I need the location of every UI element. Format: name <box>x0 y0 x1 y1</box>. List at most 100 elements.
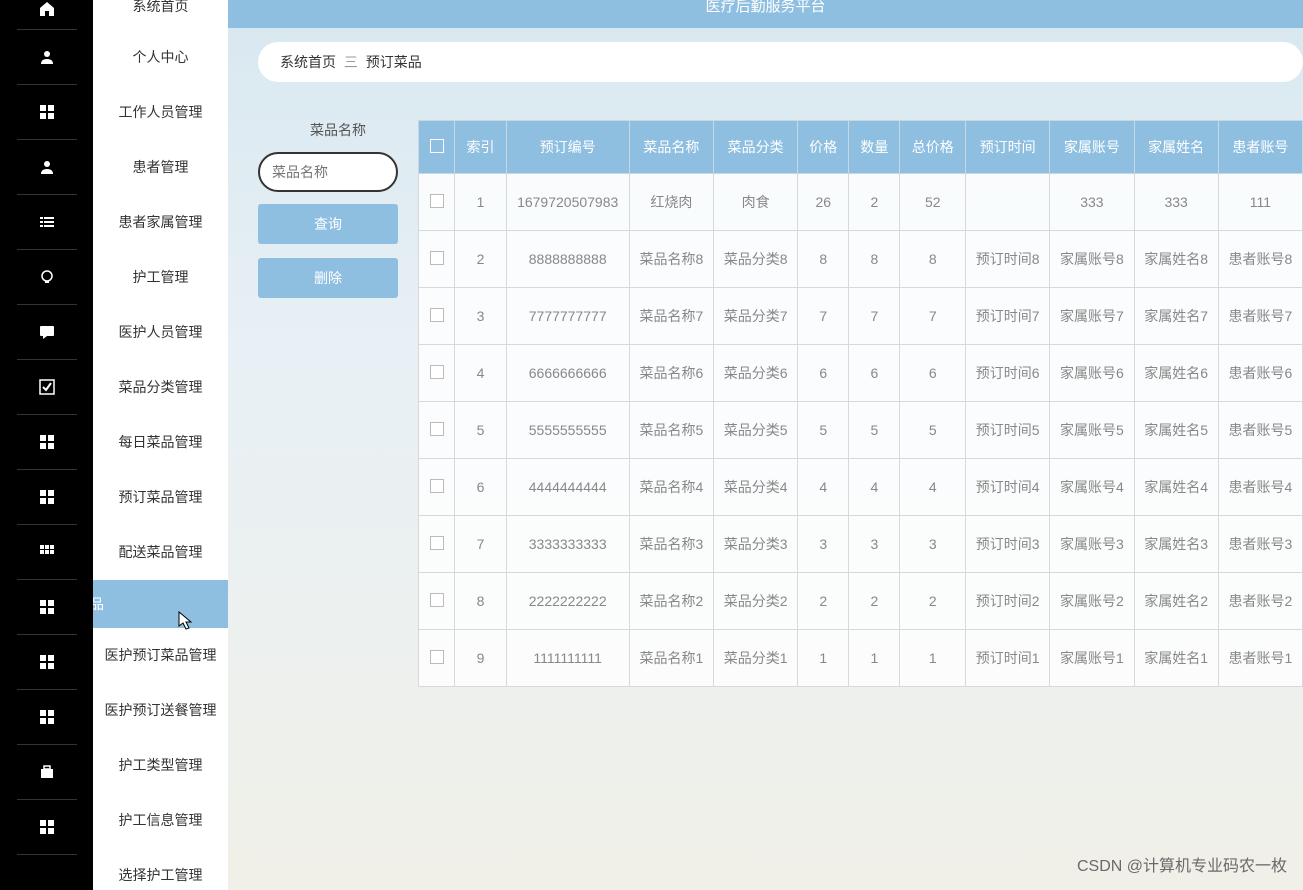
column-header: 患者账号 <box>1218 121 1302 174</box>
menu-item[interactable]: 系统首页 <box>93 0 228 30</box>
cell-idx: 7 <box>455 516 506 573</box>
menu-item[interactable]: 医护预订菜品管理 <box>93 628 228 683</box>
nav-icon-case[interactable] <box>17 745 77 800</box>
filter-label: 菜品名称 <box>258 120 418 140</box>
cell-fname: 家属姓名8 <box>1134 231 1218 288</box>
cell-idx: 1 <box>455 174 506 231</box>
row-checkbox[interactable] <box>430 251 444 265</box>
row-checkbox[interactable] <box>430 536 444 550</box>
cell-qty: 4 <box>849 459 900 516</box>
cell-fname: 家属姓名7 <box>1134 288 1218 345</box>
menu-item[interactable]: 医护预订送餐管理 <box>93 683 228 738</box>
search-button[interactable]: 查询 <box>258 204 398 244</box>
row-checkbox[interactable] <box>430 194 444 208</box>
cell-cat: 菜品分类6 <box>714 345 798 402</box>
row-checkbox[interactable] <box>430 650 444 664</box>
cell-idx: 8 <box>455 573 506 630</box>
cell-total: 1 <box>900 630 966 687</box>
table-row: 64444444444菜品名称4菜品分类4444预订时间4家属账号4家属姓名4患… <box>419 459 1303 516</box>
cell-price: 5 <box>798 402 849 459</box>
nav-icon-home[interactable] <box>17 0 77 30</box>
row-checkbox[interactable] <box>430 365 444 379</box>
cell-facc: 家属账号1 <box>1050 630 1134 687</box>
cell-name: 菜品名称7 <box>629 288 713 345</box>
nav-icon-list[interactable] <box>17 195 77 250</box>
menu-item[interactable]: 护工类型管理 <box>93 738 228 793</box>
menu-item[interactable]: 患者家属管理 <box>93 195 228 250</box>
icon-sidebar <box>0 0 93 890</box>
breadcrumb-current: 预订菜品 <box>366 54 422 70</box>
nav-icon-grid2[interactable] <box>17 525 77 580</box>
cell-idx: 3 <box>455 288 506 345</box>
cell-facc: 家属账号8 <box>1050 231 1134 288</box>
cell-price: 4 <box>798 459 849 516</box>
row-checkbox[interactable] <box>430 479 444 493</box>
select-all-checkbox[interactable] <box>430 139 444 153</box>
menu-item[interactable]: 护工信息管理 <box>93 793 228 848</box>
cell-qty: 5 <box>849 402 900 459</box>
cell-idx: 4 <box>455 345 506 402</box>
table-row: 28888888888菜品名称8菜品分类8888预订时间8家属账号8家属姓名8患… <box>419 231 1303 288</box>
menu-item[interactable]: 预订菜品管理 <box>93 470 228 525</box>
column-header: 家属姓名 <box>1134 121 1218 174</box>
nav-icon-user[interactable] <box>17 140 77 195</box>
table-row: 11679720507983红烧肉肉食26252333333111 <box>419 174 1303 231</box>
cell-fname: 333 <box>1134 174 1218 231</box>
row-checkbox[interactable] <box>430 308 444 322</box>
cell-time <box>966 174 1050 231</box>
menu-item[interactable]: 护工管理 <box>93 250 228 305</box>
cell-fname: 家属姓名3 <box>1134 516 1218 573</box>
menu-item[interactable]: 菜品分类管理 <box>93 360 228 415</box>
cell-facc: 家属账号2 <box>1050 573 1134 630</box>
cell-name: 菜品名称3 <box>629 516 713 573</box>
cell-qty: 2 <box>849 573 900 630</box>
nav-icon-grid[interactable] <box>17 470 77 525</box>
cell-facc: 家属账号3 <box>1050 516 1134 573</box>
nav-icon-grid[interactable] <box>17 415 77 470</box>
row-checkbox[interactable] <box>430 422 444 436</box>
cell-total: 52 <box>900 174 966 231</box>
breadcrumb: 系统首页 三 预订菜品 <box>258 42 1303 82</box>
menu-item[interactable]: 患者管理 <box>93 140 228 195</box>
cell-name: 红烧肉 <box>629 174 713 231</box>
nav-icon-chat[interactable] <box>17 305 77 360</box>
nav-icon-grid[interactable] <box>17 800 77 855</box>
cell-qty: 1 <box>849 630 900 687</box>
nav-icon-grid[interactable] <box>17 580 77 635</box>
nav-icon-check[interactable] <box>17 360 77 415</box>
data-table-container: 索引预订编号菜品名称菜品分类价格数量总价格预订时间家属账号家属姓名患者账号 11… <box>418 120 1303 810</box>
cell-cat: 菜品分类7 <box>714 288 798 345</box>
nav-icon-grid[interactable] <box>17 85 77 140</box>
menu-item[interactable]: 配送菜品管理 <box>93 525 228 580</box>
nav-icon-user[interactable] <box>17 30 77 85</box>
cell-no: 3333333333 <box>506 516 629 573</box>
delete-button[interactable]: 删除 <box>258 258 398 298</box>
cell-price: 7 <box>798 288 849 345</box>
column-header: 菜品分类 <box>714 121 798 174</box>
cell-pacc: 111 <box>1218 174 1302 231</box>
submenu-item-active[interactable]: 配送菜品 <box>93 580 228 628</box>
menu-item[interactable]: 工作人员管理 <box>93 85 228 140</box>
menu-item[interactable]: 每日菜品管理 <box>93 415 228 470</box>
cell-fname: 家属姓名6 <box>1134 345 1218 402</box>
cell-qty: 2 <box>849 174 900 231</box>
cell-facc: 333 <box>1050 174 1134 231</box>
nav-icon-bulb[interactable] <box>17 250 77 305</box>
column-header: 索引 <box>455 121 506 174</box>
menu-item[interactable]: 选择护工管理 <box>93 848 228 890</box>
table-row: 73333333333菜品名称3菜品分类3333预订时间3家属账号3家属姓名3患… <box>419 516 1303 573</box>
nav-icon-grid[interactable] <box>17 690 77 745</box>
menu-item[interactable]: 医护人员管理 <box>93 305 228 360</box>
row-checkbox[interactable] <box>430 593 444 607</box>
cell-total: 8 <box>900 231 966 288</box>
table-row: 46666666666菜品名称6菜品分类6666预订时间6家属账号6家属姓名6患… <box>419 345 1303 402</box>
cell-cat: 菜品分类1 <box>714 630 798 687</box>
cell-cat: 菜品分类5 <box>714 402 798 459</box>
dish-name-input[interactable] <box>258 152 398 192</box>
cell-fname: 家属姓名4 <box>1134 459 1218 516</box>
cell-qty: 6 <box>849 345 900 402</box>
cell-no: 1111111111 <box>506 630 629 687</box>
nav-icon-grid[interactable] <box>17 635 77 690</box>
breadcrumb-home[interactable]: 系统首页 <box>280 54 336 70</box>
menu-item[interactable]: 个人中心 <box>93 30 228 85</box>
